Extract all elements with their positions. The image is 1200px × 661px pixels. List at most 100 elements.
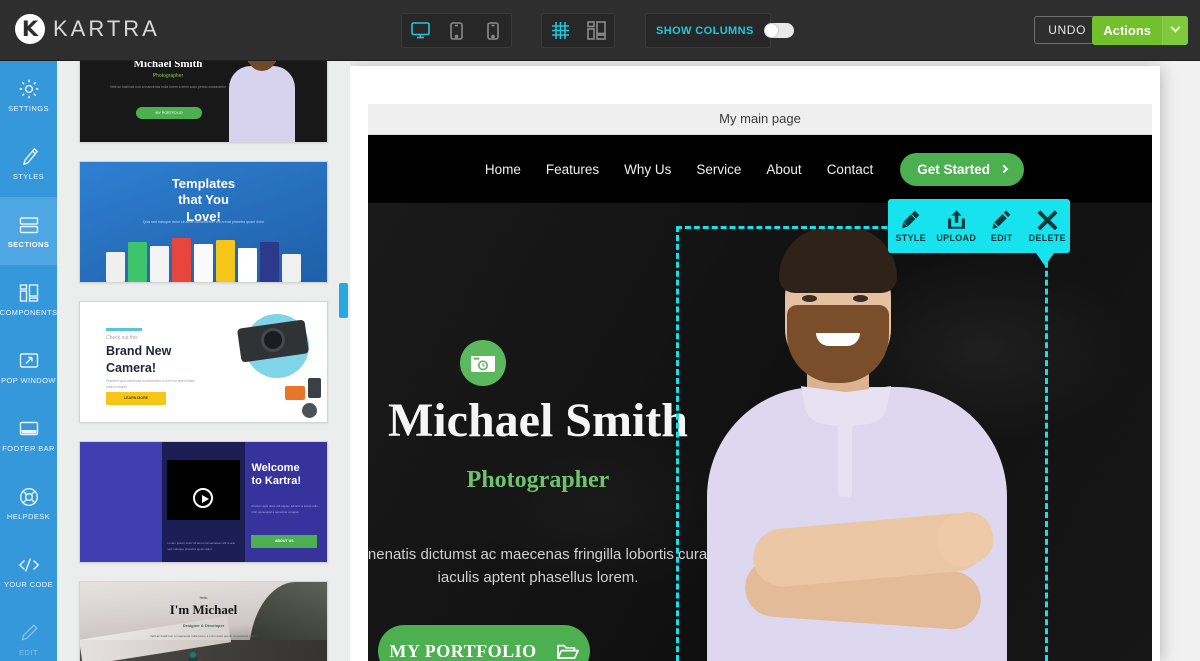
sidebar-item-settings[interactable]: SETTINGS — [0, 61, 57, 129]
delete-label: DELETE — [1028, 233, 1066, 243]
actions-button[interactable]: Actions — [1092, 16, 1188, 45]
template-card-im-michael[interactable]: Hello I'm Michael Designer & Developer V… — [79, 581, 328, 661]
hero-body-text: a venenatis dictumst ac maecenas fringil… — [368, 546, 737, 587]
pencil-icon — [992, 210, 1011, 229]
nav-link-about[interactable]: About — [766, 162, 801, 177]
sections-template-panel[interactable]: Michael Smith Photographer Velit ac fusi… — [57, 61, 350, 661]
thumb-eyebrow: Hello — [199, 596, 208, 600]
sidebar-item-your-code[interactable]: YOUR CODE — [0, 537, 57, 605]
columns-layout-button[interactable] — [581, 17, 611, 45]
grid-icon — [551, 22, 569, 39]
thumb-subtitle: Designer & Developer — [182, 623, 225, 628]
template-card-michael-smith-dark[interactable]: Michael Smith Photographer Velit ac fusi… — [79, 61, 328, 143]
tablet-view-button[interactable] — [441, 17, 471, 45]
thumb-eyebrow: Check out this — [106, 335, 138, 341]
sidebar-item-label: COMPONENTS — [0, 307, 58, 317]
kartra-page-builder: K KARTRA SHOW COLUMNS UNDO Actions SETTI… — [0, 0, 1200, 661]
template-thumbnail: Lorem ipsum dolor sit amet consectetuer … — [80, 442, 327, 562]
gear-icon — [19, 79, 38, 99]
sidebar-item-edit[interactable]: EDIT — [0, 605, 57, 661]
thumb-caption: Lorem ipsum dolor sit amet consectetuer … — [167, 541, 235, 551]
thumb-button: LEARN MORE — [106, 392, 166, 405]
folder-open-icon — [556, 644, 579, 659]
sidebar-item-components[interactable]: COMPONENTS — [0, 265, 57, 333]
template-thumbnail: Michael Smith Photographer Velit ac fusi… — [80, 61, 327, 142]
sidebar-item-footer-bar[interactable]: FOOTER BAR — [0, 401, 57, 469]
columns-layout-icon — [586, 21, 606, 40]
kartra-logo-mark: K — [15, 14, 45, 44]
pop-window-icon — [19, 353, 38, 368]
show-columns-toggle[interactable] — [763, 23, 794, 38]
template-thumbnail: Hello I'm Michael Designer & Developer V… — [80, 582, 327, 661]
undo-button[interactable]: UNDO — [1034, 16, 1100, 44]
upload-icon — [947, 210, 965, 229]
brush-icon — [902, 210, 920, 229]
style-label: STYLE — [895, 233, 926, 243]
template-card-brand-new-camera[interactable]: Check out this Brand New Camera! Praesent… — [79, 301, 328, 423]
my-portfolio-button[interactable]: MY PORTFOLIO — [378, 625, 590, 661]
nav-link-home[interactable]: Home — [485, 162, 521, 177]
thumb-heading: Brand New Camera! — [106, 344, 172, 375]
panel-resize-handle[interactable] — [339, 283, 348, 318]
camera-badge — [460, 340, 506, 386]
selection-outline-left — [676, 226, 679, 661]
nav-link-features[interactable]: Features — [546, 162, 599, 177]
app-logo[interactable]: K KARTRA — [15, 14, 160, 44]
sidebar-item-styles[interactable]: STYLES — [0, 129, 57, 197]
sidebar-item-label: YOUR CODE — [3, 579, 54, 589]
code-icon — [18, 558, 39, 572]
my-portfolio-label: MY PORTFOLIO — [389, 640, 537, 661]
template-card-welcome-to-kartra[interactable]: Lorem ipsum dolor sit amet consectetuer … — [79, 441, 328, 563]
delete-button[interactable]: DELETE — [1026, 209, 1068, 243]
show-columns-group: SHOW COLUMNS — [645, 13, 794, 48]
sidebar-item-label: FOOTER BAR — [2, 443, 55, 453]
chevron-right-icon — [999, 164, 1009, 174]
desktop-view-button[interactable] — [405, 17, 435, 45]
thumb-body: Velit ac fusilli ad non a maecenas nulla… — [110, 85, 226, 89]
desktop-icon — [410, 22, 430, 39]
actions-dropdown-toggle[interactable] — [1162, 16, 1188, 45]
site-navigation: Home Features Why Us Service About Conta… — [368, 135, 1152, 203]
components-icon — [19, 284, 38, 302]
style-button[interactable]: STYLE — [890, 209, 932, 243]
thumb-heading: Welcome to Kartra! — [251, 462, 301, 488]
thumb-body: Pretium quis dolor elit sapien lobortis … — [251, 504, 318, 514]
selection-outline-right — [1045, 226, 1048, 661]
thumb-button: MY PORTFOLIO — [136, 107, 202, 119]
grid-toggle-button[interactable] — [545, 17, 575, 45]
sidebar-item-pop-window[interactable]: POP WINDOW — [0, 333, 57, 401]
thumb-heading: I'm Michael — [169, 602, 238, 617]
get-started-label: Get Started — [917, 161, 990, 177]
thumb-template-grid — [106, 238, 301, 282]
sidebar-item-label: SETTINGS — [8, 103, 49, 113]
element-action-toolbar: STYLE UPLOAD EDIT DELETE — [888, 199, 1070, 266]
left-sidebar: SETTINGS STYLES SECTIONS COMPONENTS POP … — [0, 61, 57, 661]
sidebar-item-sections[interactable]: SECTIONS — [0, 197, 57, 265]
hero-person-image[interactable] — [701, 221, 1031, 661]
mobile-view-button[interactable] — [478, 17, 508, 45]
tablet-icon — [450, 21, 463, 40]
nav-link-why-us[interactable]: Why Us — [624, 162, 671, 177]
hero-section: Michael Smith Photographer a venenatis d… — [368, 203, 1152, 661]
sidebar-item-helpdesk[interactable]: HELPDESK — [0, 469, 57, 537]
template-card-templates-that-you-love[interactable]: Templates that You Love! Quis sed natoque … — [79, 161, 328, 283]
upload-button[interactable]: UPLOAD — [935, 209, 977, 243]
show-columns-label: SHOW COLUMNS — [656, 24, 754, 37]
sidebar-item-label: POP WINDOW — [1, 375, 56, 385]
page-title: My main page — [719, 111, 801, 126]
thumb-subtitle: Photographer — [152, 73, 184, 79]
thumb-heading: Michael Smith — [133, 61, 203, 70]
get-started-button[interactable]: Get Started — [900, 152, 1024, 186]
edit-button[interactable]: EDIT — [981, 209, 1023, 243]
sidebar-item-label: STYLES — [12, 171, 45, 181]
mobile-icon — [487, 21, 499, 40]
actions-label: Actions — [1103, 23, 1151, 38]
thumb-person-illustration — [225, 61, 299, 142]
sidebar-item-label: SECTIONS — [7, 239, 50, 249]
thumb-heading: Templates that You Love! — [171, 176, 236, 224]
upload-label: UPLOAD — [936, 233, 977, 243]
nav-link-contact[interactable]: Contact — [827, 162, 874, 177]
template-list: Michael Smith Photographer Velit ac fusi… — [57, 61, 350, 661]
lifebuoy-icon — [19, 487, 38, 506]
nav-link-service[interactable]: Service — [696, 162, 741, 177]
